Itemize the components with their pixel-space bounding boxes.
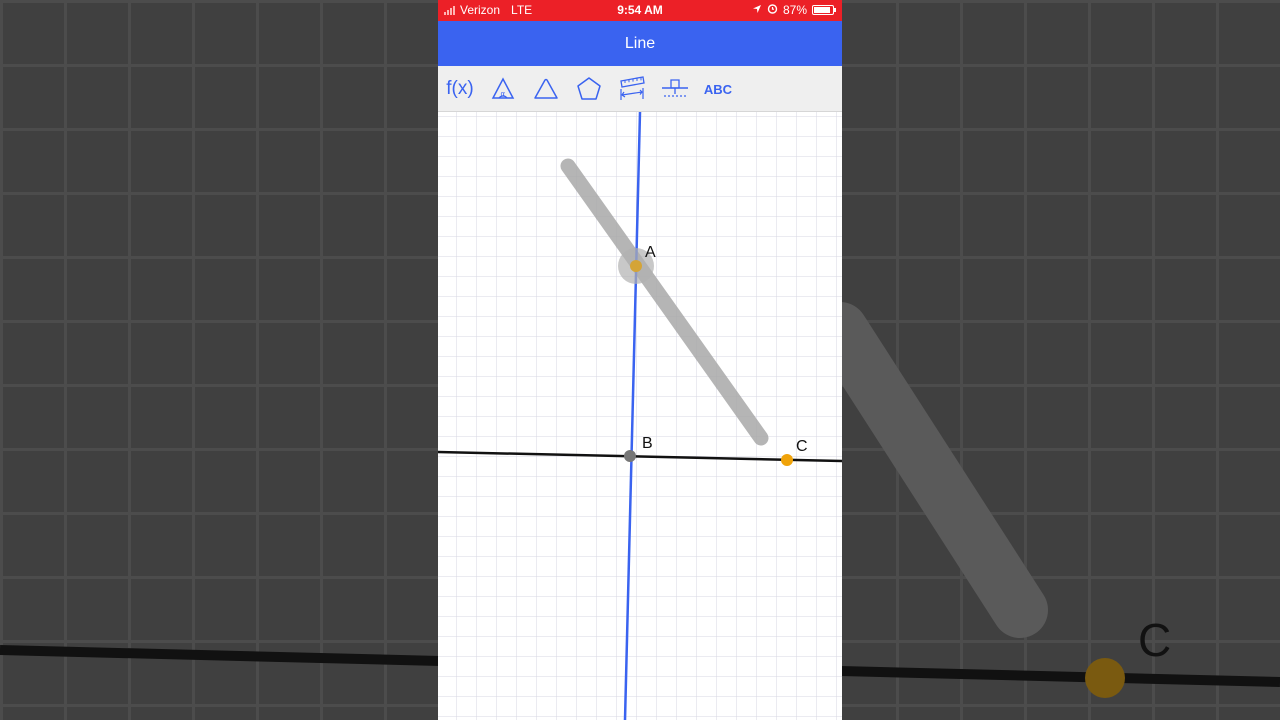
polygon-tool-icon <box>577 77 601 100</box>
battery-percent: 87% <box>782 3 807 17</box>
label-a: A <box>645 244 656 261</box>
transform-tool-button[interactable] <box>655 70 695 108</box>
title-bar: Line <box>438 21 842 66</box>
grid <box>438 112 842 720</box>
toolbar: f(x) α ABC <box>438 66 842 112</box>
point-b[interactable] <box>624 450 636 462</box>
alarm-icon <box>767 3 778 17</box>
function-tool-button[interactable]: f(x) <box>440 70 480 108</box>
point-c[interactable] <box>781 454 793 466</box>
label-c: C <box>796 438 808 455</box>
point-a[interactable] <box>630 260 642 272</box>
triangle-tool-icon <box>534 78 558 99</box>
background-point-c <box>1085 658 1125 698</box>
background-label-c: C <box>1138 614 1171 666</box>
angle-tool-icon: α <box>491 77 515 99</box>
text-tool-label: ABC <box>703 81 733 97</box>
triangle-tool-button[interactable] <box>526 70 566 108</box>
measure-tool-button[interactable] <box>612 70 652 108</box>
canvas-drawing <box>438 111 842 720</box>
label-b: B <box>642 435 653 452</box>
svg-text:α: α <box>501 90 506 98</box>
measure-tool-icon <box>620 76 645 100</box>
function-tool-label: f(x) <box>446 78 474 99</box>
polygon-tool-button[interactable] <box>569 70 609 108</box>
phone-screen: Verizon LTE 9:54 AM 87% Line f(x) α ABC … <box>438 0 842 720</box>
geometry-canvas[interactable]: A B C <box>438 111 842 720</box>
status-bar: Verizon LTE 9:54 AM 87% <box>438 0 842 21</box>
location-icon <box>752 3 762 17</box>
battery-icon <box>812 5 836 15</box>
text-tool-button[interactable]: ABC <box>698 70 738 108</box>
page-title: Line <box>624 34 656 52</box>
transform-tool-icon <box>662 79 688 97</box>
angle-tool-button[interactable]: α <box>483 70 523 108</box>
